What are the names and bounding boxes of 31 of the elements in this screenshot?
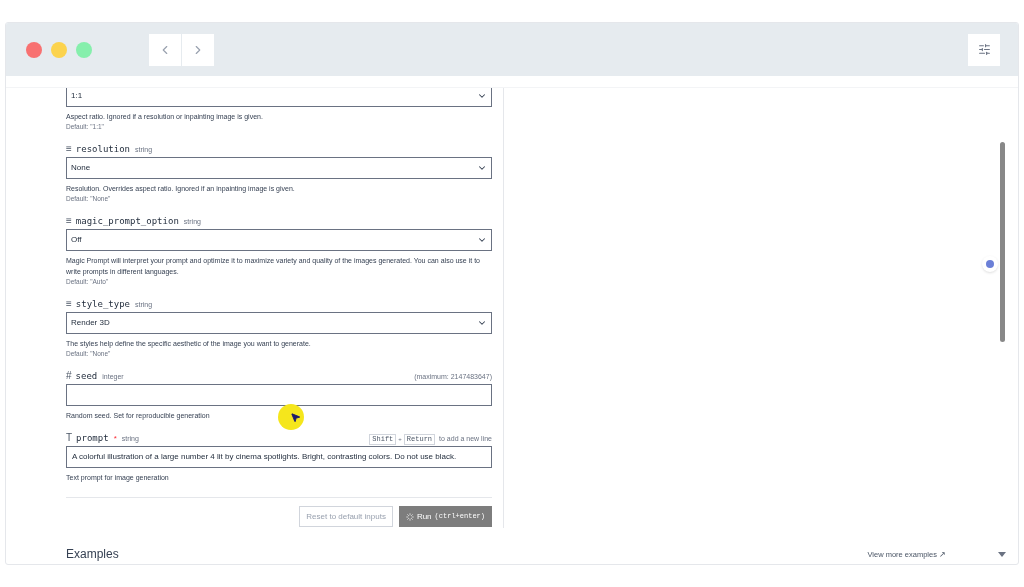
- field-type-icon: #: [66, 368, 72, 383]
- required-mark: *: [113, 433, 117, 445]
- forward-button[interactable]: [182, 33, 214, 66]
- chevron-down-icon: [477, 163, 487, 173]
- field-name: style_type: [75, 298, 131, 311]
- scroll-down-icon[interactable]: [998, 552, 1006, 557]
- field-type-icon: ≡: [66, 296, 72, 311]
- section-heading: Examples: [66, 547, 119, 562]
- cursor-icon: [289, 411, 301, 423]
- field-name: magic_prompt_option: [75, 215, 179, 228]
- chevron-down-icon: [477, 91, 487, 101]
- select-field[interactable]: None: [66, 157, 492, 179]
- field-name: resolution: [75, 143, 131, 156]
- select-field[interactable]: Off: [66, 229, 492, 251]
- field-name: prompt: [76, 432, 109, 445]
- chevron-down-icon: [477, 235, 487, 245]
- field-type-icon: T: [66, 430, 73, 445]
- assistant-badge-icon[interactable]: [982, 256, 998, 272]
- field-type-icon: ≡: [66, 141, 72, 156]
- settings-icon: [977, 43, 991, 56]
- chevron-down-icon: [477, 318, 487, 328]
- field-type-icon: ≡: [66, 213, 72, 228]
- scrollbar-thumb[interactable]: [1000, 142, 1005, 342]
- select-field[interactable]: Render 3D: [66, 312, 492, 334]
- settings-button[interactable]: [968, 33, 1000, 66]
- loading-spinner-icon: [405, 512, 414, 521]
- field-name: seed: [75, 370, 98, 383]
- text-input-field[interactable]: A colorful illustration of a large number 4 lit by cinema spotlights. Bright, contrasting colors. Do not use black.: [66, 446, 492, 468]
- text-input-field[interactable]: [66, 384, 492, 406]
- select-field[interactable]: 1:1: [66, 88, 492, 107]
- back-button[interactable]: [149, 33, 181, 66]
